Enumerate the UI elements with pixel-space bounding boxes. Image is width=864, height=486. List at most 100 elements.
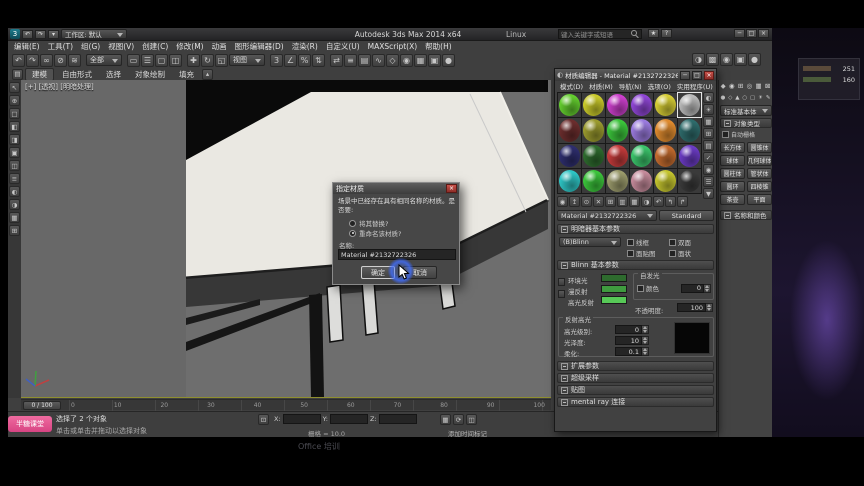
- toolbar-right-icon[interactable]: ●: [748, 53, 761, 66]
- ribbon-minimize-icon[interactable]: ▴: [202, 68, 213, 80]
- curve-editor-icon[interactable]: ∿: [372, 53, 385, 67]
- wire-checkbox[interactable]: [627, 238, 634, 246]
- show-end-result-icon[interactable]: ↶: [653, 196, 664, 207]
- create-category-icon[interactable]: ▢: [750, 95, 755, 101]
- z-coordinate-field[interactable]: [378, 414, 417, 424]
- material-slot[interactable]: [606, 168, 629, 193]
- go-to-parent-icon[interactable]: ↰: [665, 196, 676, 207]
- left-toolbar-icon[interactable]: ◑: [9, 199, 20, 210]
- material-slot[interactable]: [630, 93, 653, 118]
- unlink-icon[interactable]: ⊘: [54, 53, 67, 67]
- me-minimize-button[interactable]: ─: [680, 70, 690, 80]
- face-map-checkbox[interactable]: [627, 249, 634, 257]
- toolbar-right-icon[interactable]: ▣: [734, 53, 747, 66]
- diffuse-color-swatch[interactable]: [601, 285, 627, 293]
- tab-selection[interactable]: 选择: [100, 69, 127, 80]
- tab-object-paint[interactable]: 对象绘制: [129, 69, 171, 80]
- soften-spinner[interactable]: 0.1: [615, 347, 649, 356]
- material-name-dropdown[interactable]: Material #2132722326: [557, 210, 657, 221]
- tile-icon[interactable]: ⊞: [703, 128, 714, 139]
- toolbar-right-icon[interactable]: ▩: [706, 53, 719, 66]
- undo-quick-icon[interactable]: ↶: [22, 29, 33, 39]
- self-illum-spinner[interactable]: 0: [681, 283, 711, 293]
- tab-freeform[interactable]: 自由形式: [56, 69, 98, 80]
- minimize-button[interactable]: ─: [734, 29, 745, 38]
- left-toolbar-icon[interactable]: ⊕: [9, 95, 20, 106]
- percent-snap-icon[interactable]: %: [298, 53, 311, 67]
- menu-item-edit[interactable]: 编辑(E): [10, 41, 44, 52]
- left-toolbar-icon[interactable]: ◫: [9, 160, 20, 171]
- motion-tab-icon[interactable]: ◎: [747, 82, 753, 90]
- left-toolbar-icon[interactable]: ◨: [9, 134, 20, 145]
- angle-snap-icon[interactable]: ∠: [284, 53, 297, 67]
- material-slot[interactable]: [630, 118, 653, 143]
- backlight-icon[interactable]: ☀: [703, 104, 714, 115]
- reset-map-icon[interactable]: ✕: [593, 196, 604, 207]
- menu-item-help[interactable]: 帮助(H): [421, 41, 456, 52]
- material-slot[interactable]: [606, 143, 629, 168]
- x-coordinate-field[interactable]: [282, 414, 321, 424]
- select-by-material-icon[interactable]: ☰: [703, 176, 714, 187]
- material-slot[interactable]: [654, 143, 677, 168]
- material-id-icon[interactable]: ▦: [629, 196, 640, 207]
- material-slot[interactable]: [558, 143, 581, 168]
- left-toolbar-icon[interactable]: ◧: [9, 121, 20, 132]
- me-menu-modes[interactable]: 模式(D): [557, 81, 586, 91]
- pyramid-button[interactable]: 四棱锥: [747, 181, 772, 192]
- y-coordinate-field[interactable]: [329, 414, 368, 424]
- make-unique-icon[interactable]: ⊞: [605, 196, 616, 207]
- spinner-arrows-icon[interactable]: [642, 325, 649, 334]
- me-menu-material[interactable]: 材质(M): [586, 81, 616, 91]
- status-icon[interactable]: ⟳: [453, 414, 464, 425]
- material-slot[interactable]: [606, 118, 629, 143]
- material-slot[interactable]: [606, 93, 629, 118]
- shader-type-dropdown[interactable]: (B)Blinn: [559, 237, 621, 247]
- select-link-icon[interactable]: ∞: [40, 53, 53, 67]
- cylinder-button[interactable]: 圆柱体: [720, 168, 745, 179]
- rect-region-icon[interactable]: ▢: [155, 53, 168, 67]
- material-slot[interactable]: [558, 118, 581, 143]
- search-input[interactable]: 键入关键字或短语: [558, 29, 642, 39]
- status-icon[interactable]: ▦: [440, 414, 451, 425]
- render-setup-icon[interactable]: ▦: [414, 53, 427, 67]
- geosphere-button[interactable]: 几何球体: [747, 155, 772, 166]
- material-slot[interactable]: [582, 93, 605, 118]
- spinner-arrows-icon[interactable]: [706, 303, 713, 312]
- sphere-button[interactable]: 球体: [720, 155, 745, 166]
- specular-color-swatch[interactable]: [601, 296, 627, 304]
- specular-level-spinner[interactable]: 0: [615, 325, 649, 334]
- go-forward-icon[interactable]: ↱: [677, 196, 688, 207]
- layer-manager-icon[interactable]: ▤: [358, 53, 371, 67]
- get-material-icon[interactable]: ◉: [557, 196, 568, 207]
- left-toolbar-icon[interactable]: ▦: [9, 212, 20, 223]
- material-slot[interactable]: [558, 168, 581, 193]
- material-slot[interactable]: [582, 118, 605, 143]
- viewport[interactable]: [+] [透视] [明暗处理]: [21, 80, 551, 398]
- favorites-star-icon[interactable]: ★: [648, 29, 659, 38]
- create-category-icon[interactable]: ○: [742, 95, 747, 101]
- maximize-button[interactable]: □: [746, 29, 757, 38]
- help-icon[interactable]: ?: [661, 29, 672, 38]
- ambient-color-swatch[interactable]: [601, 274, 627, 282]
- menu-item-modifiers[interactable]: 修改(M): [172, 41, 207, 52]
- me-menu-options[interactable]: 选项(O): [645, 81, 674, 91]
- material-slot[interactable]: [558, 93, 581, 118]
- close-button[interactable]: ×: [758, 29, 769, 38]
- move-icon[interactable]: ✚: [187, 53, 200, 67]
- replace-radio[interactable]: [349, 219, 356, 227]
- undo-icon[interactable]: ↶: [12, 53, 25, 67]
- rotate-icon[interactable]: ↻: [201, 53, 214, 67]
- put-to-library-icon[interactable]: ▥: [617, 196, 628, 207]
- make-preview-icon[interactable]: ✓: [703, 152, 714, 163]
- select-object-icon[interactable]: ▭: [127, 53, 140, 67]
- menu-item-group[interactable]: 组(G): [77, 41, 104, 52]
- assign-material-icon[interactable]: ⊙: [581, 196, 592, 207]
- material-slot[interactable]: [678, 143, 701, 168]
- name-color-rollout[interactable]: 名称和颜色: [720, 210, 772, 220]
- redo-quick-icon[interactable]: ↷: [35, 29, 46, 39]
- me-maximize-button[interactable]: □: [692, 70, 702, 80]
- left-toolbar-icon[interactable]: ◐: [9, 186, 20, 197]
- create-tab-icon[interactable]: ◆: [721, 82, 726, 90]
- category-dropdown[interactable]: 标准基本体: [720, 105, 772, 116]
- options-icon[interactable]: ◉: [703, 164, 714, 175]
